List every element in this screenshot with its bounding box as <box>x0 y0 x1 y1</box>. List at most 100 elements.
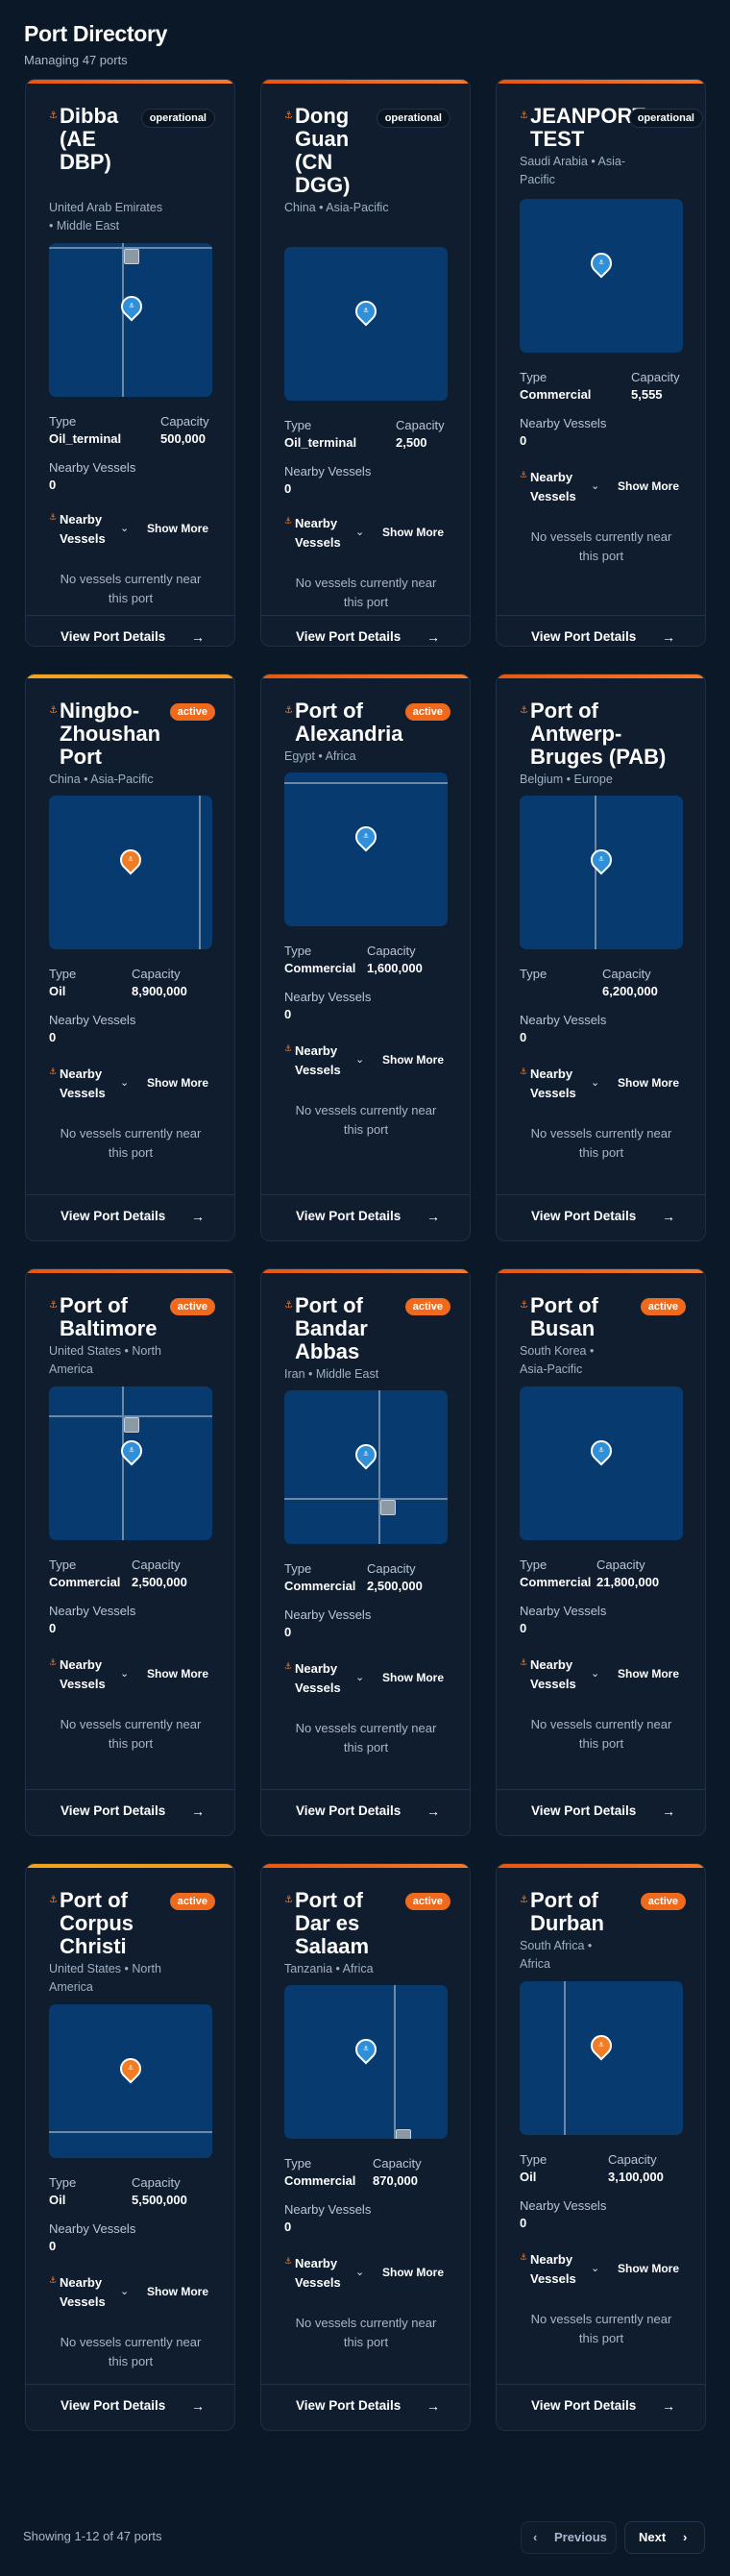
view-port-details-button[interactable]: View Port Details <box>296 1209 401 1223</box>
arrow-right-icon[interactable]: → <box>191 1209 205 1224</box>
arrow-right-icon[interactable]: → <box>662 2398 675 2414</box>
arrow-right-icon[interactable]: → <box>191 2398 205 2414</box>
nearby-vessels-title: Nearby Vessels <box>295 1661 341 1695</box>
map-pin-icon[interactable]: ⚓ <box>586 248 617 279</box>
next-page-button[interactable]: Next › <box>624 2521 705 2554</box>
port-name: Dibba (AE DBP) <box>60 104 119 174</box>
arrow-right-icon[interactable]: → <box>426 1803 440 1819</box>
map-pin-icon[interactable]: ⚓ <box>351 2034 381 2065</box>
chevron-down-icon[interactable]: ⌄ <box>120 2285 129 2297</box>
port-capacity: 870,000 <box>373 2173 418 2188</box>
chevron-down-icon[interactable]: ⌄ <box>591 1667 599 1680</box>
port-map[interactable]: ⚓ <box>49 243 212 397</box>
show-more-button[interactable]: Show More <box>382 526 444 539</box>
port-location: United Arab Emirates • Middle East <box>49 201 163 233</box>
view-port-details-button[interactable]: View Port Details <box>531 1803 636 1818</box>
port-map[interactable]: ⚓ <box>49 796 212 949</box>
map-route-line <box>284 782 448 784</box>
nearby-vessels-toggle[interactable]: ⚓ Nearby Vessels ⌄ Show More <box>284 514 460 552</box>
anchor-icon: ⚓ <box>49 1657 58 1667</box>
show-more-button[interactable]: Show More <box>147 1076 208 1090</box>
view-port-details-button[interactable]: View Port Details <box>531 2398 636 2413</box>
chevron-down-icon[interactable]: ⌄ <box>355 1671 364 1683</box>
port-map[interactable]: ⚓ <box>284 247 448 401</box>
show-more-button[interactable]: Show More <box>618 1667 679 1681</box>
nearby-vessels-toggle[interactable]: ⚓ Nearby Vessels ⌄ Show More <box>520 1656 695 1694</box>
port-card: ⚓ Port of Corpus Christi United States •… <box>25 1863 235 2431</box>
arrow-right-icon[interactable]: → <box>426 2398 440 2414</box>
map-pin-icon[interactable]: ⚓ <box>586 845 617 875</box>
arrow-right-icon[interactable]: → <box>426 1209 440 1224</box>
nearby-vessels-toggle[interactable]: ⚓ Nearby Vessels ⌄ Show More <box>49 510 225 549</box>
show-more-button[interactable]: Show More <box>382 2266 444 2279</box>
chevron-down-icon[interactable]: ⌄ <box>591 1076 599 1089</box>
previous-page-button[interactable]: ‹ Previous <box>521 2521 617 2554</box>
nearby-vessels-toggle[interactable]: ⚓ Nearby Vessels ⌄ Show More <box>49 1656 225 1694</box>
view-port-details-button[interactable]: View Port Details <box>61 2398 165 2413</box>
nearby-vessels-label: Nearby Vessels <box>284 464 372 478</box>
map-pin-icon[interactable]: ⚓ <box>586 2030 617 2061</box>
map-pin-icon[interactable]: ⚓ <box>586 1435 617 1466</box>
chevron-down-icon[interactable]: ⌄ <box>355 526 364 538</box>
port-map[interactable]: ⚓ <box>49 2004 212 2158</box>
arrow-right-icon[interactable]: → <box>426 629 440 645</box>
arrow-right-icon[interactable]: → <box>662 1209 675 1224</box>
arrow-right-icon[interactable]: → <box>191 1803 205 1819</box>
chevron-down-icon[interactable]: ⌄ <box>120 1667 129 1680</box>
chevron-down-icon[interactable]: ⌄ <box>120 522 129 534</box>
view-port-details-button[interactable]: View Port Details <box>61 629 165 644</box>
port-location: Tanzania • Africa <box>284 1962 374 1975</box>
port-name: Port of Dar es Salaam <box>295 1888 370 1958</box>
chevron-down-icon[interactable]: ⌄ <box>355 1053 364 1066</box>
nearby-vessels-toggle[interactable]: ⚓ Nearby Vessels ⌄ Show More <box>284 1659 460 1698</box>
nearby-vessels-toggle[interactable]: ⚓ Nearby Vessels ⌄ Show More <box>520 2250 695 2289</box>
view-port-details-button[interactable]: View Port Details <box>296 629 401 644</box>
arrow-right-icon[interactable]: → <box>662 629 675 645</box>
status-badge: active <box>169 1298 215 1315</box>
anchor-icon: ⚓ <box>284 1300 293 1311</box>
view-port-details-button[interactable]: View Port Details <box>531 629 636 644</box>
view-port-details-button[interactable]: View Port Details <box>531 1209 636 1223</box>
port-card: ⚓ Dibba (AE DBP) United Arab Emirates • … <box>25 79 235 647</box>
chevron-down-icon[interactable]: ⌄ <box>120 1076 129 1089</box>
arrow-right-icon[interactable]: → <box>191 629 205 645</box>
map-pin-icon[interactable]: ⚓ <box>351 822 381 852</box>
show-more-button[interactable]: Show More <box>618 2262 679 2275</box>
nearby-vessels-toggle[interactable]: ⚓ Nearby Vessels ⌄ Show More <box>49 1065 225 1103</box>
port-map[interactable]: ⚓ <box>284 1390 448 1544</box>
empty-vessels-message: No vessels currently near this port <box>295 1103 437 1137</box>
nearby-vessels-toggle[interactable]: ⚓ Nearby Vessels ⌄ Show More <box>520 1065 695 1103</box>
chevron-down-icon[interactable]: ⌄ <box>591 2262 599 2274</box>
view-port-details-button[interactable]: View Port Details <box>61 1803 165 1818</box>
port-map[interactable]: ⚓ <box>284 1985 448 2139</box>
chevron-down-icon[interactable]: ⌄ <box>591 479 599 492</box>
arrow-right-icon[interactable]: → <box>662 1803 675 1819</box>
type-label: Type <box>284 1561 312 1576</box>
port-map[interactable]: ⚓ <box>520 1386 683 1540</box>
show-more-button[interactable]: Show More <box>382 1671 444 1684</box>
show-more-button[interactable]: Show More <box>618 479 679 493</box>
port-map[interactable]: ⚓ <box>520 796 683 949</box>
map-pin-icon[interactable]: ⚓ <box>115 845 146 875</box>
view-port-details-button[interactable]: View Port Details <box>296 2398 401 2413</box>
nearby-vessels-toggle[interactable]: ⚓ Nearby Vessels ⌄ Show More <box>284 2254 460 2293</box>
chevron-down-icon[interactable]: ⌄ <box>355 2266 364 2278</box>
view-port-details-button[interactable]: View Port Details <box>296 1803 401 1818</box>
show-more-button[interactable]: Show More <box>618 1076 679 1090</box>
show-more-button[interactable]: Show More <box>147 522 208 535</box>
show-more-button[interactable]: Show More <box>147 1667 208 1681</box>
map-pin-icon[interactable]: ⚓ <box>115 2053 146 2084</box>
map-pin-icon[interactable]: ⚓ <box>351 296 381 327</box>
nearby-vessels-toggle[interactable]: ⚓ Nearby Vessels ⌄ Show More <box>284 1042 460 1080</box>
port-map[interactable]: ⚓ <box>520 199 683 353</box>
port-map[interactable]: ⚓ <box>49 1386 212 1540</box>
port-map[interactable]: ⚓ <box>520 1981 683 2135</box>
show-more-button[interactable]: Show More <box>382 1053 444 1067</box>
nearby-vessels-toggle[interactable]: ⚓ Nearby Vessels ⌄ Show More <box>49 2273 225 2312</box>
port-map[interactable]: ⚓ <box>284 773 448 926</box>
view-port-details-button[interactable]: View Port Details <box>61 1209 165 1223</box>
show-more-button[interactable]: Show More <box>147 2285 208 2298</box>
empty-vessels-message: No vessels currently near this port <box>530 1126 672 1160</box>
map-pin-icon[interactable]: ⚓ <box>351 1439 381 1470</box>
nearby-vessels-toggle[interactable]: ⚓ Nearby Vessels ⌄ Show More <box>520 468 695 506</box>
